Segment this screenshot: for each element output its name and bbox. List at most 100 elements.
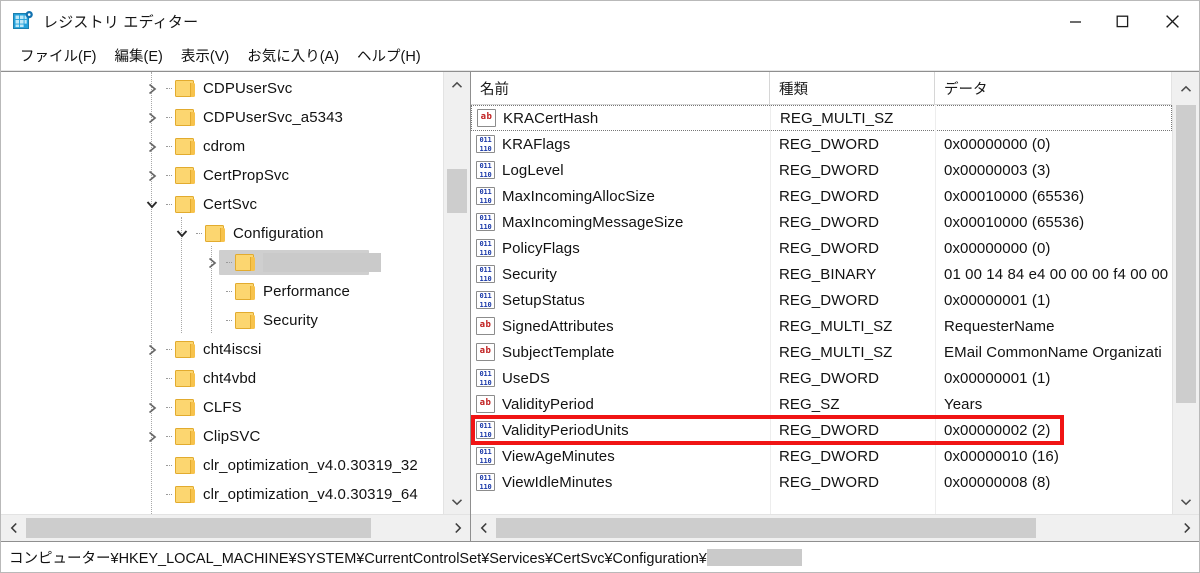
cell-value-type: REG_MULTI_SZ: [780, 109, 894, 127]
column-header-name[interactable]: 名前: [471, 72, 770, 104]
cell-value-data: RequesterName: [944, 317, 1055, 335]
tree-item-Performance[interactable]: Performance: [1, 277, 443, 306]
menu-help[interactable]: ヘルプ(H): [348, 43, 430, 69]
list-scroll-track[interactable]: [1173, 105, 1199, 489]
table-row[interactable]: ab KRACertHash REG_MULTI_SZ: [471, 105, 1172, 131]
table-row[interactable]: 011 110 KRAFlags REG_DWORD 0x00000000 (0): [471, 131, 1172, 157]
table-row[interactable]: 011 110 LogLevel REG_DWORD 0x00000003 (3): [471, 157, 1172, 183]
list-horizontal-scrollbar[interactable]: [471, 514, 1199, 541]
chevron-right-icon[interactable]: [141, 141, 163, 153]
binary-value-icon: 011 110: [476, 447, 495, 465]
chevron-right-icon[interactable]: [141, 170, 163, 182]
tree-item-cht4vbd[interactable]: cht4vbd: [1, 364, 443, 393]
chevron-right-icon[interactable]: [141, 83, 163, 95]
table-row[interactable]: ab ValidityPeriod REG_SZ Years: [471, 391, 1172, 417]
tree-scroll-thumb[interactable]: [447, 169, 467, 213]
chevron-right-icon[interactable]: [201, 257, 223, 269]
tree-item-label: ClipSVC: [203, 428, 261, 445]
list-scroll-thumb[interactable]: [1176, 105, 1196, 403]
tree-item-CertSvc[interactable]: CertSvc: [1, 190, 443, 219]
menu-view[interactable]: 表示(V): [172, 43, 238, 69]
table-row[interactable]: 011 110 ViewAgeMinutes REG_DWORD 0x00000010 …: [471, 443, 1172, 469]
tree-connector: [163, 204, 175, 205]
tree-item-CertPropSvc[interactable]: CertPropSvc: [1, 161, 443, 190]
tree-scroll-track[interactable]: [444, 97, 470, 489]
cell-value-name: 011 110 ValidityPeriodUnits: [471, 421, 770, 439]
close-button[interactable]: [1146, 1, 1199, 41]
table-row[interactable]: 011 110 SetupStatus REG_DWORD 0x00000001 (1): [471, 287, 1172, 313]
registry-tree-pane: CDPUserSvc CDPUserSvc_a5343cdrom CertPropS…: [1, 72, 471, 541]
chevron-right-icon[interactable]: [141, 112, 163, 124]
tree-item-label: CDPUserSvc_a5343: [203, 109, 343, 126]
tree-item-Security[interactable]: Security: [1, 306, 443, 335]
value-name-text: SetupStatus: [502, 291, 585, 309]
string-value-icon: ab: [476, 317, 495, 335]
tree-item-label: CLFS: [203, 399, 242, 416]
tree-item-clr_optimization_v4.0.30319_32[interactable]: clr_optimization_v4.0.30319_32: [1, 451, 443, 480]
list-scroll-down-icon[interactable]: [1173, 489, 1199, 514]
tree-scroll-up-icon[interactable]: [444, 72, 470, 97]
chevron-down-icon[interactable]: [141, 199, 163, 210]
cell-value-type: REG_MULTI_SZ: [779, 317, 893, 335]
chevron-right-icon[interactable]: [141, 402, 163, 414]
tree-scroll-right-icon[interactable]: [445, 515, 470, 541]
menu-bar: ファイル(F) 編集(E) 表示(V) お気に入り(A) ヘルプ(H): [1, 41, 1199, 71]
table-row[interactable]: 011 110 MaxIncomingAllocSize REG_DWORD 0x000…: [471, 183, 1172, 209]
tree-item-CDPUserSvc[interactable]: CDPUserSvc: [1, 74, 443, 103]
tree-item-CLFS[interactable]: CLFS: [1, 393, 443, 422]
chevron-right-icon[interactable]: [141, 344, 163, 356]
cell-value-name: ab ValidityPeriod: [471, 395, 770, 413]
table-row[interactable]: 011 110 PolicyFlags REG_DWORD 0x00000000 (0): [471, 235, 1172, 261]
table-row[interactable]: 011 110 Security REG_BINARY 01 00 14 84 e4 0…: [471, 261, 1172, 287]
list-scroll-left-icon[interactable]: [471, 515, 496, 541]
table-row[interactable]: 011 110 UseDS REG_DWORD 0x00000001 (1): [471, 365, 1172, 391]
table-row[interactable]: 011 110 MaxIncomingMessageSize REG_DWORD 0x0…: [471, 209, 1172, 235]
list-hscroll-track[interactable]: [496, 515, 1174, 541]
registry-tree[interactable]: CDPUserSvc CDPUserSvc_a5343cdrom CertPropS…: [1, 72, 443, 514]
list-vertical-scrollbar[interactable]: [1172, 105, 1199, 514]
menu-file[interactable]: ファイル(F): [11, 43, 106, 69]
column-header-data[interactable]: データ: [935, 72, 1171, 104]
menu-edit[interactable]: 編集(E): [106, 43, 172, 69]
tree-item-CDPUserSvc_a5343[interactable]: CDPUserSvc_a5343: [1, 103, 443, 132]
registry-values-list[interactable]: ab KRACertHash REG_MULTI_SZ 011 110 KRAFlags R…: [471, 105, 1172, 514]
cell-value-type: REG_DWORD: [779, 421, 880, 439]
tree-item-ClipSVC[interactable]: ClipSVC: [1, 422, 443, 451]
value-name-text: MaxIncomingAllocSize: [502, 187, 655, 205]
list-scroll-right-icon[interactable]: [1174, 515, 1199, 541]
value-name-text: PolicyFlags: [502, 239, 580, 257]
table-row[interactable]: 011 110 ValidityPeriodUnits REG_DWORD 0x0000…: [471, 417, 1172, 443]
tree-scroll-down-icon[interactable]: [444, 489, 470, 514]
tree-vertical-scrollbar[interactable]: [443, 72, 470, 514]
folder-icon: [175, 79, 196, 98]
tree-hscroll-thumb[interactable]: [26, 518, 371, 538]
minimize-button[interactable]: [1052, 1, 1099, 41]
tree-scroll-left-icon[interactable]: [1, 515, 26, 541]
chevron-down-icon[interactable]: [171, 228, 193, 239]
cell-value-type: REG_DWORD: [779, 447, 880, 465]
tree-item-cht4iscsi[interactable]: cht4iscsi: [1, 335, 443, 364]
tree-body-wrap: CDPUserSvc CDPUserSvc_a5343cdrom CertPropS…: [1, 72, 470, 514]
tree-item-Configuration[interactable]: Configuration: [1, 219, 443, 248]
chevron-right-icon[interactable]: [141, 431, 163, 443]
menu-favorites[interactable]: お気に入り(A): [238, 43, 348, 69]
cell-value-name: 011 110 UseDS: [471, 369, 770, 387]
tree-hscroll-track[interactable]: [26, 515, 445, 541]
tree-item-cdrom[interactable]: cdrom: [1, 132, 443, 161]
binary-value-icon: 011 110: [476, 473, 495, 491]
tree-connector: [163, 146, 175, 147]
tree-item-redacted[interactable]: [1, 248, 443, 277]
cell-value-data: 0x00000008 (8): [944, 473, 1051, 491]
value-name-text: KRACertHash: [503, 109, 599, 127]
maximize-button[interactable]: [1099, 1, 1146, 41]
table-row[interactable]: ab SubjectTemplate REG_MULTI_SZ EMail Commo…: [471, 339, 1172, 365]
column-header-type[interactable]: 種類: [770, 72, 935, 104]
tree-horizontal-scrollbar[interactable]: [1, 514, 470, 541]
tree-item-clr_optimization_v4.0.30319_64[interactable]: clr_optimization_v4.0.30319_64: [1, 480, 443, 509]
binary-value-icon: 011 110: [476, 161, 495, 179]
list-hscroll-thumb[interactable]: [496, 518, 1036, 538]
table-row[interactable]: 011 110 ViewIdleMinutes REG_DWORD 0x00000008…: [471, 469, 1172, 495]
table-row[interactable]: ab SignedAttributes REG_MULTI_SZ RequesterN…: [471, 313, 1172, 339]
binary-value-icon: 011 110: [476, 369, 495, 387]
cell-value-type: REG_DWORD: [779, 161, 880, 179]
